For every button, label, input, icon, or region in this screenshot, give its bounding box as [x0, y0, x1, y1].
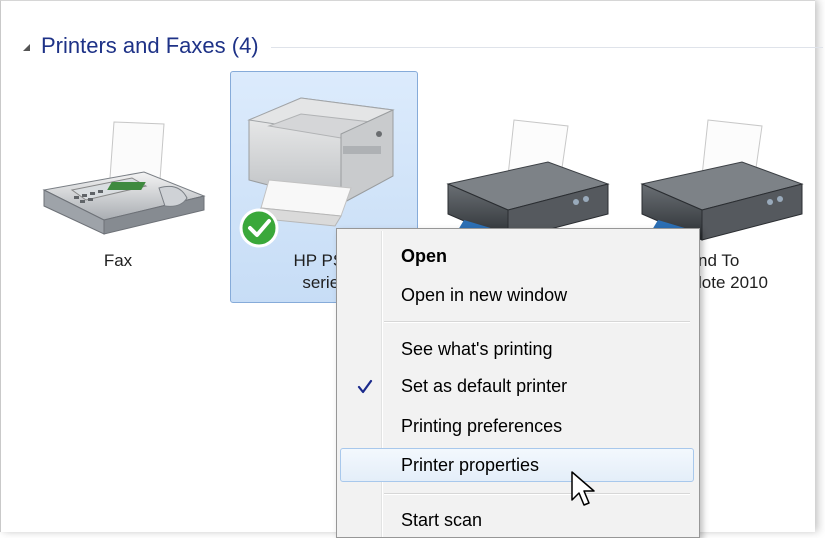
menu-item-label: Open in new window — [401, 284, 568, 305]
device-fax[interactable]: Fax — [23, 71, 211, 303]
menu-item-open-new-window[interactable]: Open in new window — [340, 278, 694, 312]
fax-icon — [42, 121, 206, 235]
menu-item-label: Printer properties — [401, 454, 540, 475]
menu-item-printer-properties[interactable]: Printer properties — [340, 448, 694, 482]
menu-item-label: Open — [401, 245, 448, 266]
context-menu: Open Open in new window See what's print… — [336, 228, 700, 538]
group-title: Printers and Faxes (4) — [41, 33, 259, 58]
group-divider — [270, 47, 823, 48]
group-header[interactable]: Printers and Faxes (4) — [23, 31, 823, 61]
menu-item-label: See what's printing — [401, 338, 553, 359]
menu-item-printing-preferences[interactable]: Printing preferences — [340, 409, 694, 443]
menu-item-label: Printing preferences — [401, 415, 563, 436]
default-check-icon — [239, 208, 279, 248]
device-label: Fax — [103, 251, 133, 270]
menu-item-open[interactable]: Open — [340, 239, 694, 273]
menu-item-set-default[interactable]: Set as default printer — [340, 369, 694, 403]
menu-separator — [384, 321, 690, 323]
menu-separator — [384, 493, 690, 495]
menu-item-see-printing[interactable]: See what's printing — [340, 332, 694, 366]
menu-item-start-scan[interactable]: Start scan — [340, 503, 694, 537]
collapse-triangle-icon[interactable] — [23, 43, 30, 51]
checkmark-icon — [357, 379, 373, 394]
menu-item-label: Start scan — [401, 509, 483, 530]
menu-item-label: Set as default printer — [401, 375, 568, 396]
device-label: nd To lote 2010 — [698, 251, 768, 292]
mouse-cursor-icon — [571, 471, 595, 506]
